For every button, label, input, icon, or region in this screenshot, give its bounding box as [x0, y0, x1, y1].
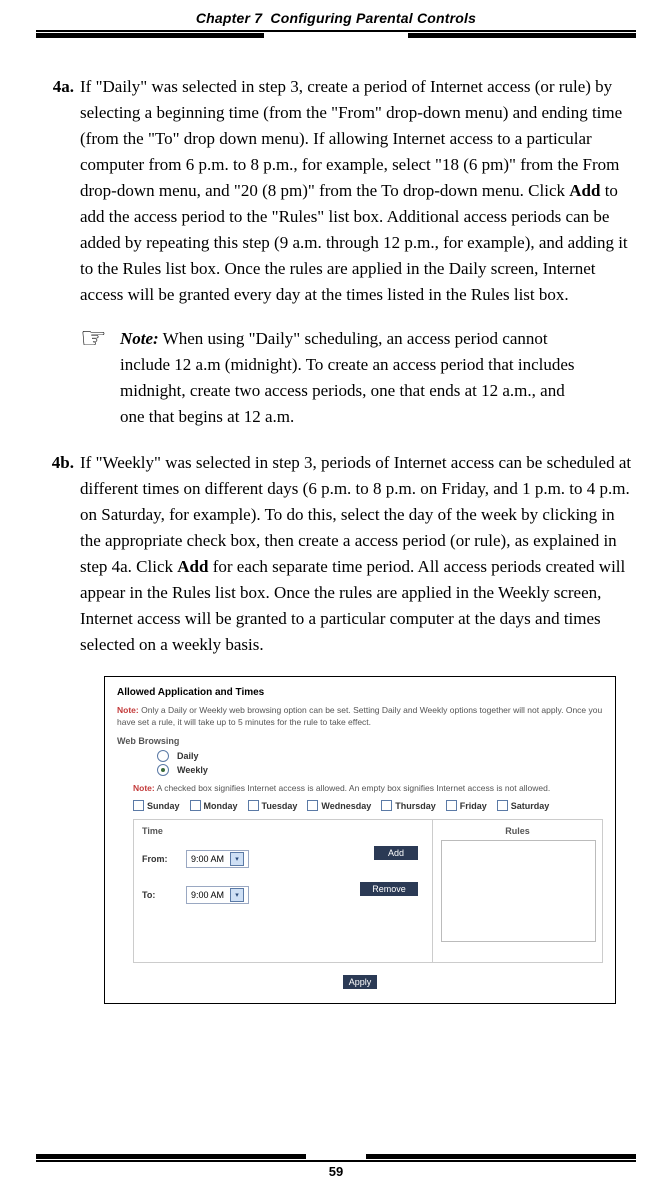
remove-button[interactable]: Remove: [360, 882, 418, 896]
day-thursday[interactable]: Thursday: [381, 800, 436, 811]
footer-rule: [36, 1150, 636, 1162]
rules-listbox[interactable]: [441, 840, 596, 942]
checkbox-icon[interactable]: [446, 800, 457, 811]
allowed-note: Note: A checked box signifies Internet a…: [133, 782, 603, 794]
radio-daily-label: Daily: [177, 751, 199, 761]
radio-weekly-input[interactable]: [157, 764, 169, 776]
from-dropdown[interactable]: 9:00 AM ▾: [186, 850, 249, 868]
chevron-down-icon[interactable]: ▾: [230, 888, 244, 902]
to-label: To:: [142, 890, 176, 900]
checkbox-icon[interactable]: [133, 800, 144, 811]
day-tuesday[interactable]: Tuesday: [248, 800, 298, 811]
checkbox-icon[interactable]: [307, 800, 318, 811]
rules-panel: Rules: [432, 819, 603, 963]
day-checkboxes: Sunday Monday Tuesday Wednesday Thursday…: [133, 800, 603, 811]
from-value: 9:00 AM: [191, 854, 224, 864]
radio-weekly-row[interactable]: Weekly: [157, 764, 603, 776]
checkbox-icon[interactable]: [248, 800, 259, 811]
checkbox-icon[interactable]: [381, 800, 392, 811]
screenshot-top-note: Note: Only a Daily or Weekly web browsin…: [117, 704, 603, 728]
note-label: Note:: [120, 329, 159, 348]
note-body: When using "Daily" scheduling, an access…: [120, 329, 575, 426]
allowed-note-text: A checked box signifies Internet access …: [155, 783, 550, 793]
screenshot-top-note-text: Only a Daily or Weekly web browsing opti…: [117, 705, 602, 727]
chevron-down-icon[interactable]: ▾: [230, 852, 244, 866]
step-4a-number: 4a.: [36, 74, 80, 100]
time-panel: Time From: 9:00 AM ▾ To: 9:00 AM ▾ Add: [133, 819, 433, 963]
step-4a: 4a. If "Daily" was selected in step 3, c…: [36, 74, 636, 308]
day-friday[interactable]: Friday: [446, 800, 487, 811]
step-4a-body: If "Daily" was selected in step 3, creat…: [80, 74, 636, 308]
day-sunday[interactable]: Sunday: [133, 800, 180, 811]
time-panel-title: Time: [142, 826, 424, 836]
note-text: Note: When using "Daily" scheduling, an …: [120, 326, 590, 430]
day-saturday[interactable]: Saturday: [497, 800, 550, 811]
add-button[interactable]: Add: [374, 846, 418, 860]
radio-daily-input[interactable]: [157, 750, 169, 762]
screenshot-top-note-label: Note:: [117, 705, 139, 715]
to-value: 9:00 AM: [191, 890, 224, 900]
note-block: ☞ Note: When using "Daily" scheduling, a…: [80, 326, 636, 430]
checkbox-icon[interactable]: [497, 800, 508, 811]
from-label: From:: [142, 854, 176, 864]
screenshot-title: Allowed Application and Times: [117, 687, 603, 698]
chapter-number: Chapter 7: [196, 10, 262, 26]
day-wednesday[interactable]: Wednesday: [307, 800, 371, 811]
step-4a-text-pre: If "Daily" was selected in step 3, creat…: [80, 77, 622, 200]
page-number: 59: [0, 1164, 672, 1179]
chapter-header: Chapter 7 Configuring Parental Controls: [36, 10, 636, 26]
step-4b-add-word: Add: [177, 557, 208, 576]
radio-daily-row[interactable]: Daily: [157, 750, 603, 762]
pointing-hand-icon: ☞: [80, 326, 120, 350]
step-4b: 4b. If "Weekly" was selected in step 3, …: [36, 450, 636, 658]
to-dropdown[interactable]: 9:00 AM ▾: [186, 886, 249, 904]
step-4a-add-word: Add: [569, 181, 600, 200]
web-browsing-label: Web Browsing: [117, 736, 603, 746]
allowed-note-label: Note:: [133, 783, 155, 793]
step-4b-body: If "Weekly" was selected in step 3, peri…: [80, 450, 636, 658]
day-monday[interactable]: Monday: [190, 800, 238, 811]
screenshot-figure: Allowed Application and Times Note: Only…: [104, 676, 616, 1004]
chapter-title: Configuring Parental Controls: [270, 10, 476, 26]
checkbox-icon[interactable]: [190, 800, 201, 811]
rules-panel-title: Rules: [441, 826, 594, 836]
header-rule: [36, 30, 636, 42]
radio-weekly-label: Weekly: [177, 765, 208, 775]
apply-button[interactable]: Apply: [343, 975, 378, 989]
step-4b-number: 4b.: [36, 450, 80, 476]
page-footer: 59: [0, 1150, 672, 1179]
